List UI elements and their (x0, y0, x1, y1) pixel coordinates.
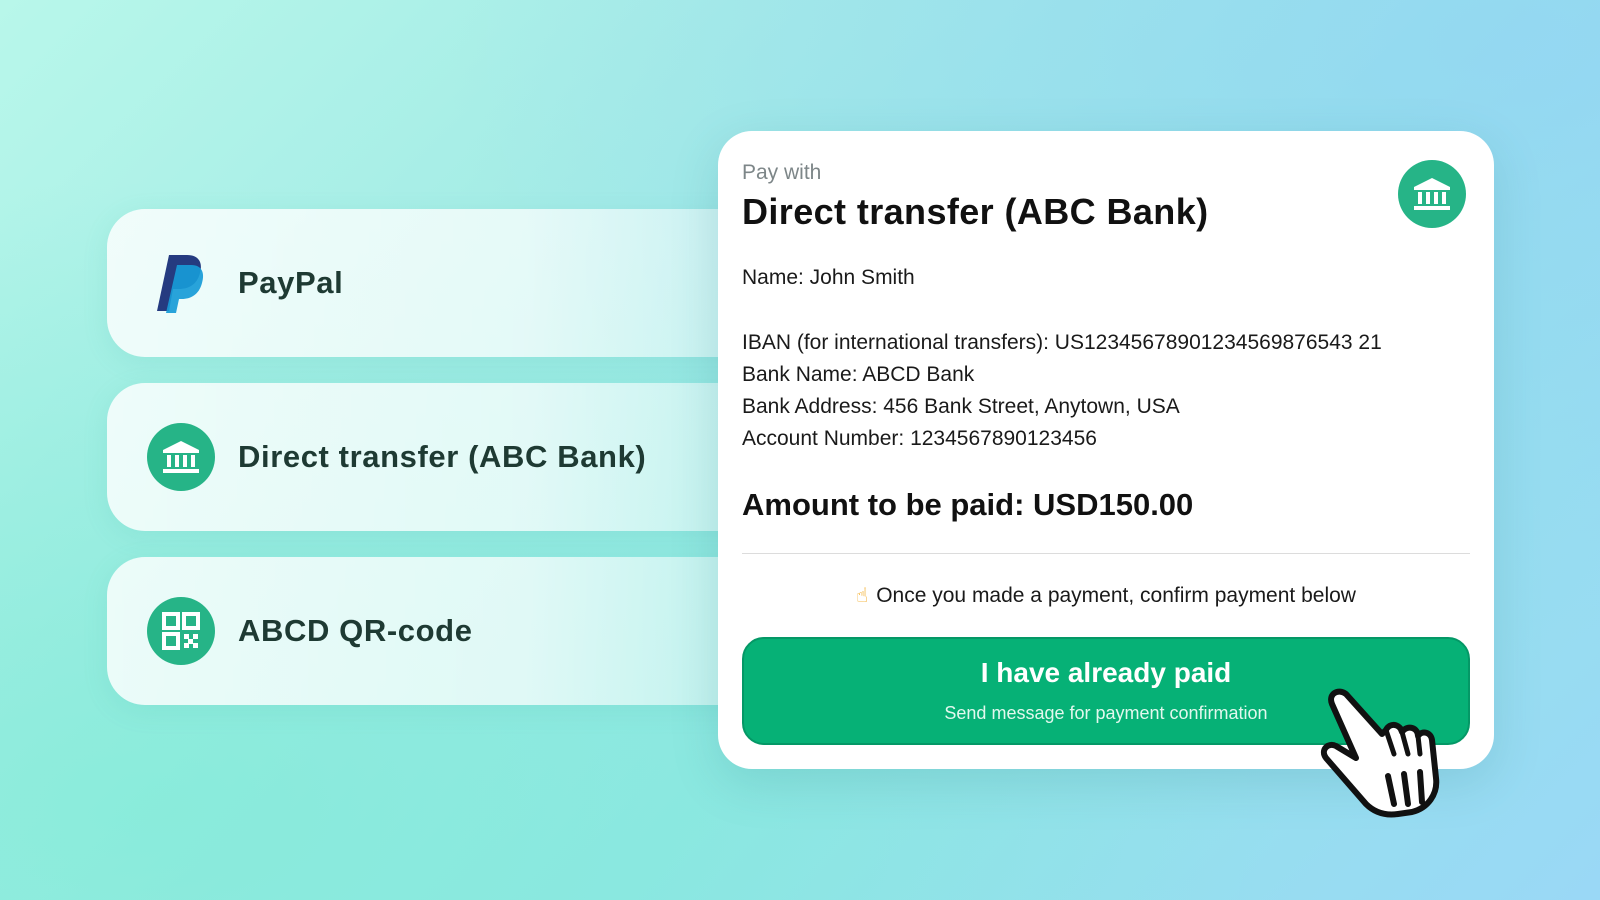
payment-option-paypal[interactable]: PayPal (107, 209, 807, 357)
payment-details-card: Pay with Direct transfer (ABC Bank) Name… (718, 131, 1494, 769)
payment-option-bank-transfer[interactable]: Direct transfer (ABC Bank) (107, 383, 807, 531)
account-holder-name: Name: John Smith (742, 266, 915, 289)
bank-address: Bank Address: 456 Bank Street, Anytown, … (742, 395, 1180, 418)
payment-option-qr-code[interactable]: ABCD QR-code (107, 557, 807, 705)
iban-value: IBAN (for international transfers): US12… (742, 331, 1382, 354)
bank-name: Bank Name: ABCD Bank (742, 363, 975, 386)
card-eyebrow: Pay with (742, 161, 822, 184)
pointing-finger-icon: ☝ (856, 585, 869, 607)
bank-icon (1398, 160, 1466, 228)
account-number: Account Number: 1234567890123456 (742, 427, 1097, 450)
amount-due: Amount to be paid: USD150.00 (742, 487, 1194, 522)
bank-icon (147, 423, 215, 491)
card-title: Direct transfer (ABC Bank) (742, 191, 1209, 232)
payment-hint: ☝ Once you made a payment, confirm paymen… (718, 583, 1494, 608)
hand-pointer-icon (1316, 680, 1444, 820)
payment-option-label: ABCD QR-code (238, 613, 473, 648)
qr-code-icon (147, 597, 215, 665)
payment-option-label: PayPal (238, 265, 344, 300)
payment-option-label: Direct transfer (ABC Bank) (238, 439, 647, 474)
divider (742, 553, 1470, 554)
paypal-logo-icon (147, 249, 215, 317)
payment-hint-text: Once you made a payment, confirm payment… (876, 584, 1356, 607)
